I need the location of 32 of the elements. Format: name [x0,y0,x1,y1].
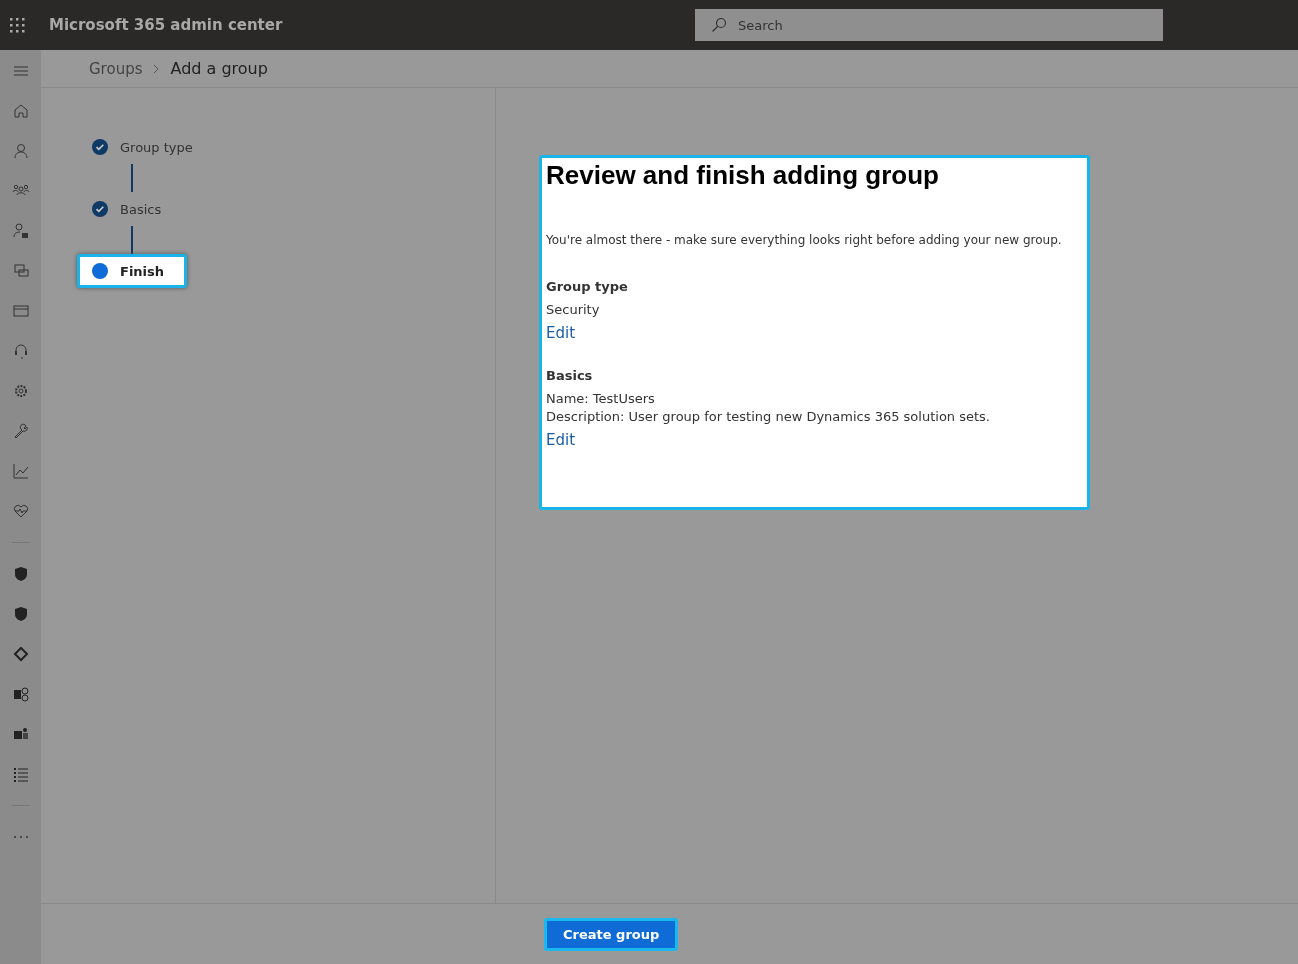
create-group-button[interactable]: Create group [544,917,679,951]
step-dot-icon [92,263,108,279]
section-value: Name: TestUsers [546,391,656,406]
person-icon[interactable] [11,142,30,160]
section-value: Description: User group for testing new Dynamics 365 solution sets. [546,409,991,424]
review-title: Review and finish adding group [546,160,940,191]
app-icon[interactable] [11,685,30,703]
check-circle-icon [92,139,108,155]
wizard-step[interactable]: Basics [77,192,185,226]
app-launcher-icon[interactable] [9,17,25,33]
check-circle-icon [92,201,108,217]
printer-icon[interactable] [11,262,30,280]
search-field[interactable]: Search [695,9,1163,41]
breadcrumb-item: Add a group [170,59,268,78]
section-heading: Basics [546,368,594,383]
section-heading: Group type [546,279,629,294]
chart-icon[interactable] [11,462,30,480]
heart-pulse-icon[interactable] [11,502,30,520]
list-icon[interactable] [11,765,30,783]
current-step[interactable]: Finish [77,254,188,288]
chevron-icon [152,62,161,75]
person-briefcase-icon[interactable] [11,222,30,240]
edit-link[interactable]: Edit [546,431,576,449]
diamond-icon[interactable] [11,645,30,663]
edit-link[interactable]: Edit [546,324,576,342]
section-value: Security [546,302,601,317]
wizard-step[interactable]: Group type [77,130,216,164]
home-icon[interactable] [11,102,30,120]
breadcrumb-item[interactable]: Groups [89,59,143,78]
app-title: Microsoft 365 admin center [49,16,284,34]
card-icon[interactable] [11,302,30,320]
intro-text: You're almost there - make sure everything looks right before adding your new group. [546,233,1063,247]
